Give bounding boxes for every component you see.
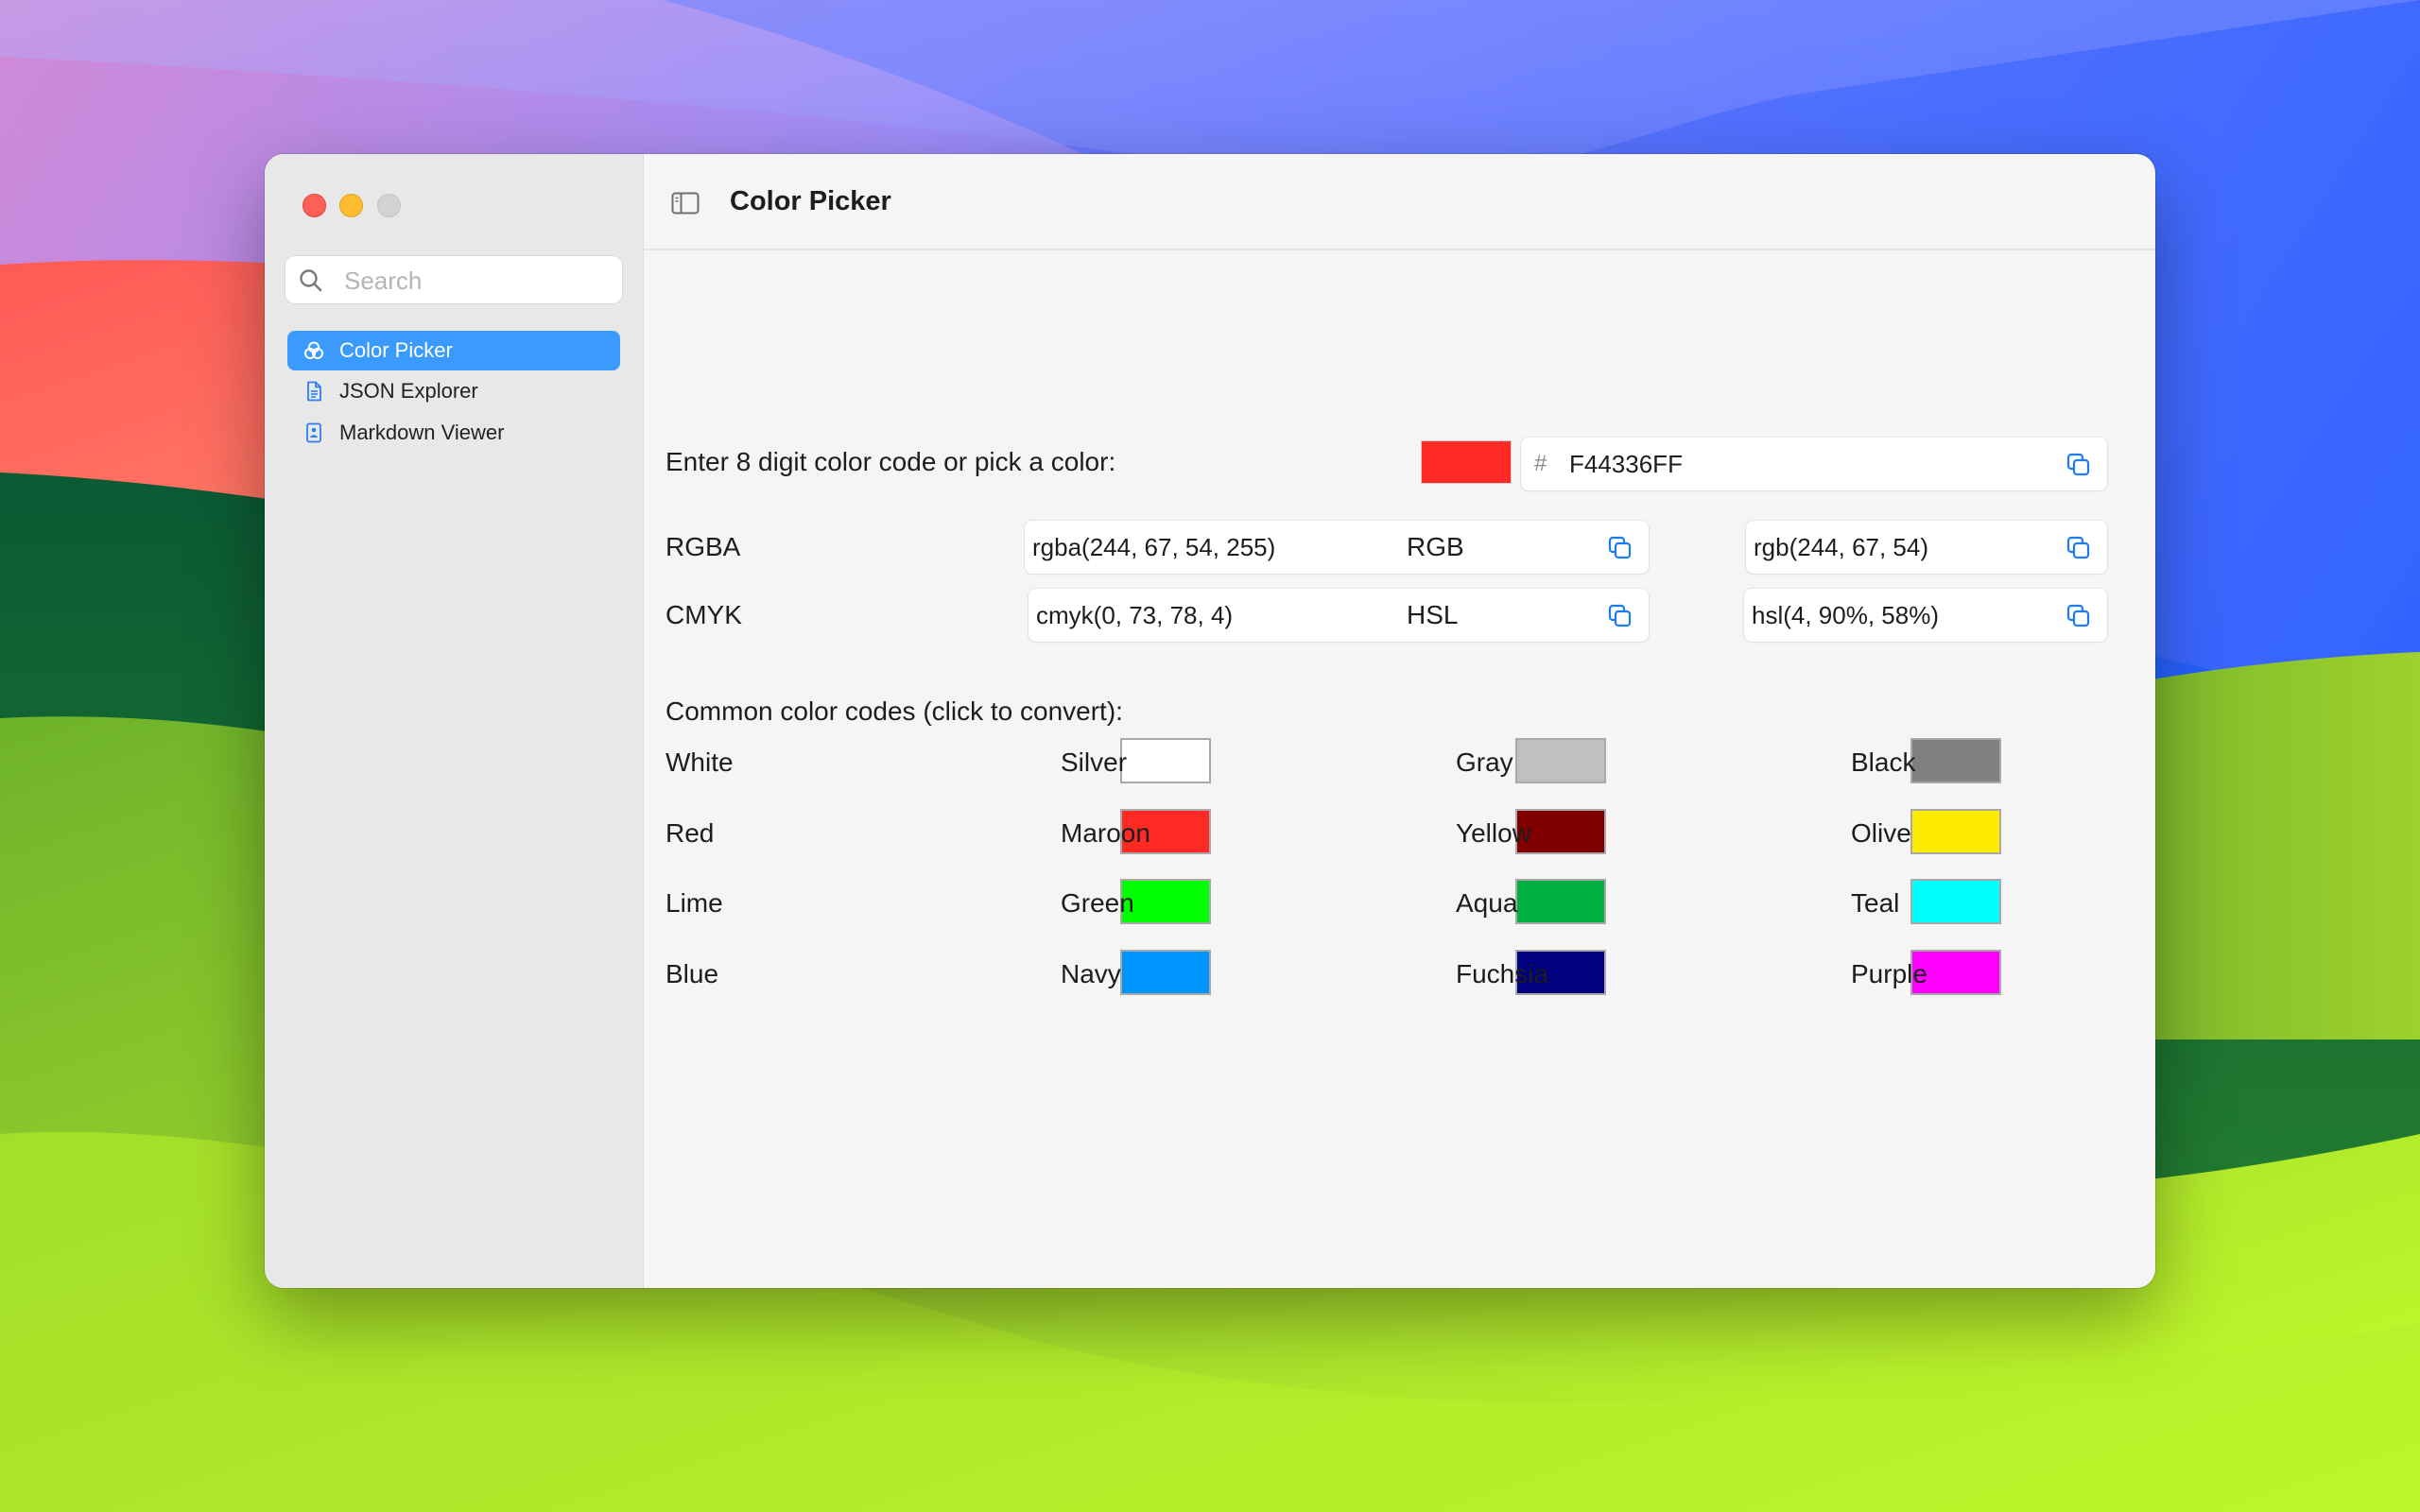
- sidebar-item-label: Color Picker: [339, 338, 453, 362]
- color-name-label[interactable]: Purple: [1851, 959, 1927, 989]
- document-icon: [307, 381, 321, 402]
- color-name-label[interactable]: Maroon: [1061, 818, 1150, 849]
- swatch-gray[interactable]: [1910, 738, 2001, 783]
- hex-value[interactable]: F44336FF: [1569, 450, 1683, 479]
- sidebar-item-markdown-viewer[interactable]: Markdown Viewer: [287, 413, 620, 453]
- color-name-label[interactable]: Fuchsia: [1456, 959, 1548, 989]
- hsl-field[interactable]: hsl(4, 90%, 58%): [1744, 589, 2107, 642]
- rgba-value[interactable]: rgba(244, 67, 54, 255): [1032, 533, 1275, 562]
- sidebar-item-json-explorer[interactable]: JSON Explorer: [287, 371, 620, 411]
- cmyk-value[interactable]: cmyk(0, 73, 78, 4): [1036, 601, 1233, 630]
- rgb-field[interactable]: rgb(244, 67, 54): [1746, 521, 2107, 574]
- color-name-label[interactable]: Silver: [1061, 747, 1127, 778]
- sidebar-item-label: JSON Explorer: [339, 379, 478, 403]
- swatch-silver[interactable]: [1515, 738, 1606, 783]
- sidebar-toggle-icon[interactable]: [671, 192, 700, 215]
- copy-icon[interactable]: [1607, 535, 1634, 561]
- color-code-prompt: Enter 8 digit color code or pick a color…: [666, 447, 1116, 476]
- common-colors-heading: Common color codes (click to convert):: [666, 696, 1123, 726]
- color-name-label[interactable]: Yellow: [1456, 818, 1531, 849]
- hex-input-field[interactable]: # F44336FF: [1521, 438, 2107, 490]
- swatch-aqua[interactable]: [1910, 879, 2001, 924]
- color-name-label[interactable]: Green: [1061, 888, 1134, 919]
- cmyk-label: CMYK: [666, 600, 742, 629]
- toolbar: Color Picker: [643, 154, 2155, 250]
- color-name-label[interactable]: Aqua: [1456, 888, 1517, 919]
- copy-icon[interactable]: [2066, 535, 2092, 561]
- swatch-green[interactable]: [1515, 879, 1606, 924]
- rgb-value[interactable]: rgb(244, 67, 54): [1754, 533, 1928, 562]
- copy-icon[interactable]: [2066, 603, 2092, 629]
- search-field[interactable]: [285, 256, 622, 303]
- sidebar: Color Picker JSON Explorer Markdown View…: [265, 154, 644, 1288]
- color-name-label[interactable]: Red: [666, 818, 714, 849]
- zoom-window-button[interactable]: [377, 194, 401, 217]
- swatch-blue[interactable]: [1120, 950, 1211, 995]
- copy-icon[interactable]: [1607, 603, 1634, 629]
- swatch-yellow[interactable]: [1910, 809, 2001, 854]
- hsl-value[interactable]: hsl(4, 90%, 58%): [1752, 601, 1939, 630]
- rgba-field[interactable]: rgba(244, 67, 54, 255): [1025, 521, 1649, 574]
- hsl-label: HSL: [1407, 600, 1459, 629]
- color-name-label[interactable]: Lime: [666, 888, 723, 919]
- color-name-label[interactable]: Black: [1851, 747, 1915, 778]
- rgba-label: RGBA: [666, 532, 741, 561]
- minimize-window-button[interactable]: [339, 194, 363, 217]
- cmyk-field[interactable]: cmyk(0, 73, 78, 4): [1028, 589, 1649, 642]
- close-window-button[interactable]: [302, 194, 326, 217]
- color-name-label[interactable]: Teal: [1851, 888, 1899, 919]
- color-name-label[interactable]: Gray: [1456, 747, 1513, 778]
- color-well[interactable]: [1421, 440, 1512, 484]
- copy-icon[interactable]: [2066, 452, 2092, 478]
- color-name-label[interactable]: Navy: [1061, 959, 1121, 989]
- hash-prefix: #: [1534, 451, 1547, 476]
- search-input[interactable]: [342, 264, 611, 298]
- search-icon: [300, 269, 322, 292]
- color-name-label[interactable]: Olive: [1851, 818, 1911, 849]
- app-window: Color Picker JSON Explorer Markdown View…: [265, 154, 2155, 1288]
- rgb-label: RGB: [1407, 532, 1464, 561]
- sidebar-item-color-picker[interactable]: Color Picker: [287, 331, 620, 370]
- page-title: Color Picker: [730, 186, 891, 216]
- color-name-label[interactable]: White: [666, 747, 734, 778]
- main-content: Color Picker Enter 8 digit color code or…: [643, 154, 2155, 1288]
- color-circles-icon: [304, 341, 323, 359]
- color-name-label[interactable]: Blue: [666, 959, 718, 989]
- swatch-white[interactable]: [1120, 738, 1211, 783]
- sidebar-item-label: Markdown Viewer: [339, 421, 505, 444]
- image-document-icon: [306, 422, 321, 443]
